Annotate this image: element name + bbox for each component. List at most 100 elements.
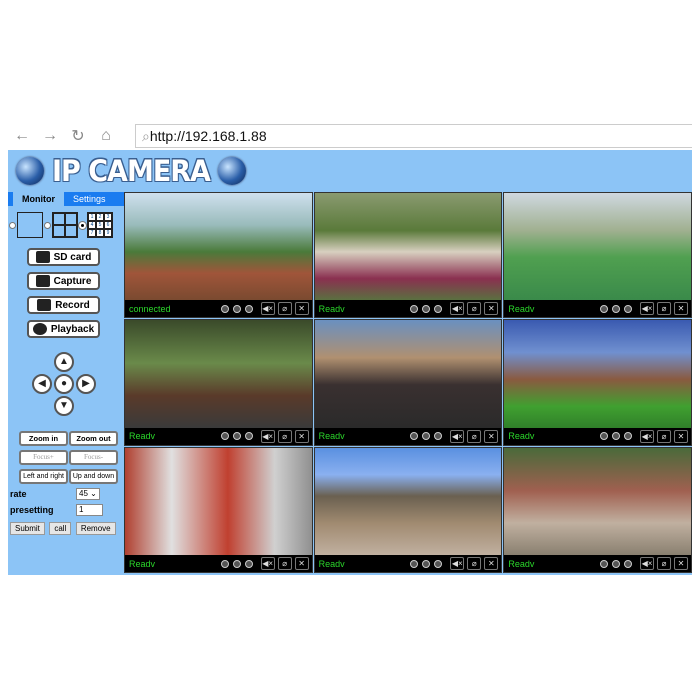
focus-plus-button[interactable]: Focus+ [19,450,68,465]
stream-high-icon[interactable] [434,304,443,313]
tools-icon[interactable]: ✕ [294,429,309,443]
speaker-mute-icon[interactable]: ◀× [640,302,654,316]
tab-monitor[interactable]: Monitor [13,192,64,206]
speaker-mute-icon[interactable]: ◀× [640,429,654,443]
stream-high-icon[interactable] [244,304,253,313]
tools-icon[interactable]: ✕ [674,429,688,443]
record-button[interactable]: Record [27,296,100,314]
mic-mute-icon[interactable]: ⌀ [277,302,292,316]
mic-mute-icon[interactable]: ⌀ [657,557,671,570]
camera-view[interactable]: Readv ◀× ⌀ ✕ [313,319,503,446]
stream-low-icon[interactable] [220,304,229,313]
stream-low-icon[interactable] [220,432,229,441]
layout-9-icon[interactable]: 123456789 [87,212,113,238]
call-button[interactable]: call [49,522,72,535]
stream-low-icon[interactable] [410,304,419,313]
tools-icon[interactable]: ✕ [484,302,499,316]
camera-feed-image[interactable] [125,193,312,301]
stream-mid-icon[interactable] [612,559,620,568]
stream-low-icon[interactable] [600,304,608,313]
capture-button[interactable]: Capture [27,272,100,290]
stream-mid-icon[interactable] [422,559,431,568]
camera-view[interactable]: Readv ◀× ⌀ ✕ [503,446,692,573]
stream-high-icon[interactable] [244,559,253,568]
tab-settings[interactable]: Settings [64,192,115,206]
camera-feed-image[interactable] [314,447,502,555]
camera-feed-image[interactable] [314,320,502,428]
camera-view[interactable]: connected ◀× ⌀ ✕ [124,192,313,319]
layout-9-radio[interactable] [79,221,86,229]
back-icon[interactable]: ← [8,127,36,145]
reload-icon[interactable]: ↻ [64,126,92,146]
camera-feed-image[interactable] [504,193,691,301]
tools-icon[interactable]: ✕ [674,557,688,570]
camera-view[interactable]: Readv ◀× ⌀ ✕ [124,446,313,573]
ptz-up-button[interactable]: ▲ [54,352,74,372]
ptz-center-button[interactable]: ● [54,374,74,394]
camera-feed-image[interactable] [125,320,312,428]
forward-icon[interactable]: → [36,127,64,145]
stream-mid-icon[interactable] [612,432,620,441]
camera-view[interactable]: Readv ◀× ⌀ ✕ [313,446,503,573]
stream-low-icon[interactable] [600,559,608,568]
mic-mute-icon[interactable]: ⌀ [657,429,671,443]
speaker-mute-icon[interactable]: ◀× [260,557,275,570]
sd-card-button[interactable]: SD card [27,248,100,266]
tools-icon[interactable]: ✕ [484,429,499,443]
speaker-mute-icon[interactable]: ◀× [450,302,465,316]
speaker-mute-icon[interactable]: ◀× [640,557,654,570]
stream-mid-icon[interactable] [232,559,241,568]
mic-mute-icon[interactable]: ⌀ [657,302,671,316]
ptz-right-button[interactable]: ▶ [76,374,96,394]
stream-mid-icon[interactable] [422,432,431,441]
focus-minus-button[interactable]: Focus- [69,450,118,465]
stream-low-icon[interactable] [220,559,229,568]
mic-mute-icon[interactable]: ⌀ [467,429,482,443]
playback-button[interactable]: Playback [27,320,100,338]
tools-icon[interactable]: ✕ [294,557,309,570]
stream-low-icon[interactable] [600,432,608,441]
stream-low-icon[interactable] [410,559,419,568]
stream-high-icon[interactable] [434,432,443,441]
mic-mute-icon[interactable]: ⌀ [277,557,292,570]
mic-mute-icon[interactable]: ⌀ [467,302,482,316]
up-and-down-button[interactable]: Up and down [69,469,118,484]
layout-1-icon[interactable] [17,212,43,238]
ptz-down-button[interactable]: ▼ [54,396,74,416]
stream-mid-icon[interactable] [422,304,431,313]
mic-mute-icon[interactable]: ⌀ [277,429,292,443]
camera-feed-image[interactable] [504,320,691,428]
layout-4-radio[interactable] [44,221,51,229]
camera-view[interactable]: Readv ◀× ⌀ ✕ [503,319,692,446]
camera-feed-image[interactable] [314,193,502,301]
stream-mid-icon[interactable] [232,432,241,441]
presetting-input[interactable]: 1 [76,504,103,516]
camera-feed-image[interactable] [504,447,691,555]
stream-high-icon[interactable] [624,304,632,313]
ptz-left-button[interactable]: ◀ [32,374,52,394]
zoom-in-button[interactable]: Zoom in [19,431,68,446]
stream-mid-icon[interactable] [612,304,620,313]
stream-high-icon[interactable] [624,432,632,441]
address-bar[interactable]: ⌕http://192.168.1.88 [135,124,692,148]
remove-button[interactable]: Remove [75,522,116,535]
tools-icon[interactable]: ✕ [674,302,688,316]
speaker-mute-icon[interactable]: ◀× [260,429,275,443]
home-icon[interactable]: ⌂ [92,127,120,145]
stream-high-icon[interactable] [244,432,253,441]
camera-view[interactable]: Readv ◀× ⌀ ✕ [503,192,692,319]
stream-mid-icon[interactable] [232,304,241,313]
rate-select[interactable]: 45 ⌄ [76,488,100,500]
camera-view[interactable]: Readv ◀× ⌀ ✕ [313,192,503,319]
mic-mute-icon[interactable]: ⌀ [467,557,482,570]
stream-high-icon[interactable] [624,559,632,568]
tools-icon[interactable]: ✕ [484,557,499,570]
left-and-right-button[interactable]: Left and right [19,469,68,484]
stream-low-icon[interactable] [410,432,419,441]
camera-feed-image[interactable] [125,447,312,555]
submit-button[interactable]: Submit [10,522,45,535]
tools-icon[interactable]: ✕ [294,302,309,316]
layout-4-icon[interactable] [52,212,78,238]
speaker-mute-icon[interactable]: ◀× [260,302,275,316]
speaker-mute-icon[interactable]: ◀× [450,557,465,570]
